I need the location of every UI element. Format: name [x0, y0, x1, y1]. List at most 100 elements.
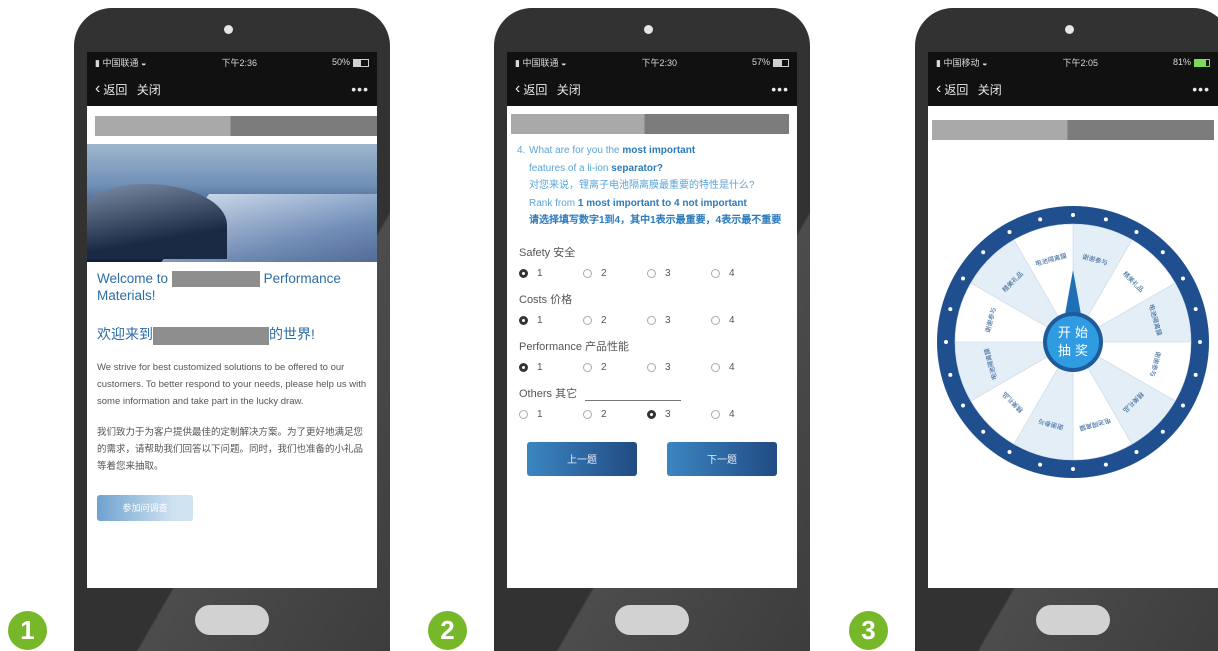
- rank-option[interactable]: 2: [583, 315, 647, 326]
- rank-option[interactable]: 4: [711, 268, 775, 279]
- phone-speaker: [644, 25, 653, 34]
- close-button[interactable]: 关闭: [137, 81, 161, 98]
- radio-label: 1: [537, 361, 543, 373]
- phone-2: ▮ 中国联通 ◒ 下午2:30 57% ‹ 返回 关闭 ••• 4. What a…: [494, 8, 810, 651]
- rim-light: [1103, 217, 1108, 222]
- radio-button[interactable]: [711, 362, 720, 372]
- status-time: 下午2:36: [221, 57, 257, 68]
- home-button[interactable]: [195, 605, 269, 635]
- radio-button[interactable]: [519, 362, 528, 372]
- radio-label: 4: [729, 408, 735, 420]
- radio-button[interactable]: [519, 315, 528, 325]
- rank-option[interactable]: 2: [583, 409, 647, 420]
- home-button[interactable]: [1036, 605, 1110, 635]
- company-logo-bar: [932, 120, 1214, 140]
- close-button[interactable]: 关闭: [557, 81, 581, 98]
- back-button[interactable]: ‹ 返回 关闭: [95, 81, 161, 98]
- others-text-input[interactable]: [585, 399, 682, 401]
- prize-wheel[interactable]: 谢谢参与精美礼品电池隔离膜谢谢参与精美礼品电池隔离膜谢谢参与精美礼品电池隔离膜谢…: [933, 202, 1213, 482]
- battery-icon: [1193, 58, 1210, 67]
- radio-button[interactable]: [583, 409, 592, 419]
- rank-option[interactable]: 3: [647, 315, 711, 326]
- rim-light: [948, 372, 953, 377]
- rim-light: [981, 250, 986, 255]
- chevron-left-icon: ‹: [95, 80, 101, 97]
- rim-light: [1180, 403, 1185, 408]
- rim-light: [1038, 462, 1043, 467]
- radio-button[interactable]: [647, 409, 656, 419]
- rank-option[interactable]: 3: [647, 409, 711, 420]
- nav-bar: ‹ 返回 关闭 •••: [928, 72, 1218, 106]
- radio-button[interactable]: [647, 315, 656, 325]
- rim-light: [1007, 230, 1012, 235]
- wifi-icon: ◒: [982, 57, 988, 68]
- more-icon[interactable]: •••: [351, 81, 369, 97]
- chevron-left-icon: ‹: [515, 80, 521, 97]
- radio-button[interactable]: [519, 268, 528, 278]
- rank-option[interactable]: 4: [711, 409, 775, 420]
- signal-icon: ▮: [515, 57, 520, 68]
- radio-button[interactable]: [583, 268, 592, 278]
- nav-bar: ‹ 返回 关闭 •••: [87, 72, 377, 106]
- lucky-draw-wheel[interactable]: 谢谢参与 精美礼品 电池隔离膜 谢谢参与 精美礼品 电池隔离膜 谢谢参与 精美礼品 电池隔离膜谢…: [933, 202, 1213, 487]
- welcome-heading-cn: 欢迎来到 的世界!: [97, 324, 367, 345]
- rank-option[interactable]: 2: [583, 362, 647, 373]
- radio-button[interactable]: [647, 268, 656, 278]
- back-button[interactable]: ‹ 返回 关闭: [936, 81, 1002, 98]
- start-draw-label: 开 始: [1058, 326, 1088, 341]
- rank-option[interactable]: 3: [647, 362, 711, 373]
- rank-option[interactable]: 4: [711, 315, 775, 326]
- rim-light: [1071, 467, 1075, 471]
- redacted-company-name: [171, 271, 260, 288]
- rank-option[interactable]: 1: [519, 268, 583, 279]
- radio-button[interactable]: [519, 409, 528, 419]
- rim-light: [1160, 429, 1165, 434]
- radio-label: 3: [665, 314, 671, 326]
- rim-light: [1180, 276, 1185, 281]
- back-button[interactable]: ‹ 返回 关闭: [515, 81, 581, 98]
- rank-option[interactable]: 1: [519, 362, 583, 373]
- rank-radio-group: 1 2 3 4: [519, 409, 797, 420]
- status-bar: ▮ 中国联通 ◒ 下午2:30 57%: [507, 52, 797, 72]
- more-icon[interactable]: •••: [771, 81, 789, 97]
- radio-button[interactable]: [647, 362, 656, 372]
- radio-button[interactable]: [583, 362, 592, 372]
- wifi-icon: ◒: [141, 57, 147, 68]
- criterion-label: Performance 产品性能: [519, 340, 630, 353]
- start-survey-button[interactable]: 参加问调查: [97, 494, 193, 521]
- more-icon[interactable]: •••: [1192, 81, 1210, 97]
- rank-option[interactable]: 2: [583, 268, 647, 279]
- radio-button[interactable]: [711, 268, 720, 278]
- home-button[interactable]: [615, 605, 689, 635]
- intro-paragraph-en: We strive for best customized solutions …: [97, 361, 367, 407]
- radio-label: 2: [601, 314, 607, 326]
- rim-light: [948, 307, 953, 312]
- radio-button[interactable]: [711, 315, 720, 325]
- rim-light: [1193, 307, 1198, 312]
- phone-speaker: [1065, 25, 1074, 34]
- rank-option[interactable]: 1: [519, 409, 583, 420]
- radio-label: 2: [601, 267, 607, 279]
- survey-question: 4. What are for you the most important f…: [517, 145, 782, 226]
- redacted-company-name: [153, 326, 269, 345]
- step-badge: 3: [849, 611, 888, 650]
- rank-option[interactable]: 1: [519, 315, 583, 326]
- battery-percent: 50%: [331, 57, 350, 67]
- radio-label: 4: [729, 314, 735, 326]
- previous-question-button[interactable]: 上一题: [527, 441, 637, 476]
- rank-radio-group: 1 2 3 4: [519, 315, 797, 326]
- wifi-icon: ◒: [561, 57, 567, 68]
- rank-option[interactable]: 3: [647, 268, 711, 279]
- radio-button[interactable]: [583, 315, 592, 325]
- radio-button[interactable]: [711, 409, 720, 419]
- rim-light: [1134, 449, 1139, 454]
- radio-label: 1: [537, 314, 543, 326]
- start-draw-button[interactable]: [1047, 316, 1099, 368]
- rank-option[interactable]: 4: [711, 362, 775, 373]
- next-question-button[interactable]: 下一题: [667, 441, 777, 476]
- step-badge: 2: [428, 611, 467, 650]
- close-button[interactable]: 关闭: [978, 81, 1002, 98]
- pager: 上一题 下一题: [527, 441, 777, 476]
- start-draw-label: 抽 奖: [1058, 344, 1088, 359]
- status-bar: ▮ 中国联通 ◒ 下午2:36 50%: [87, 52, 377, 72]
